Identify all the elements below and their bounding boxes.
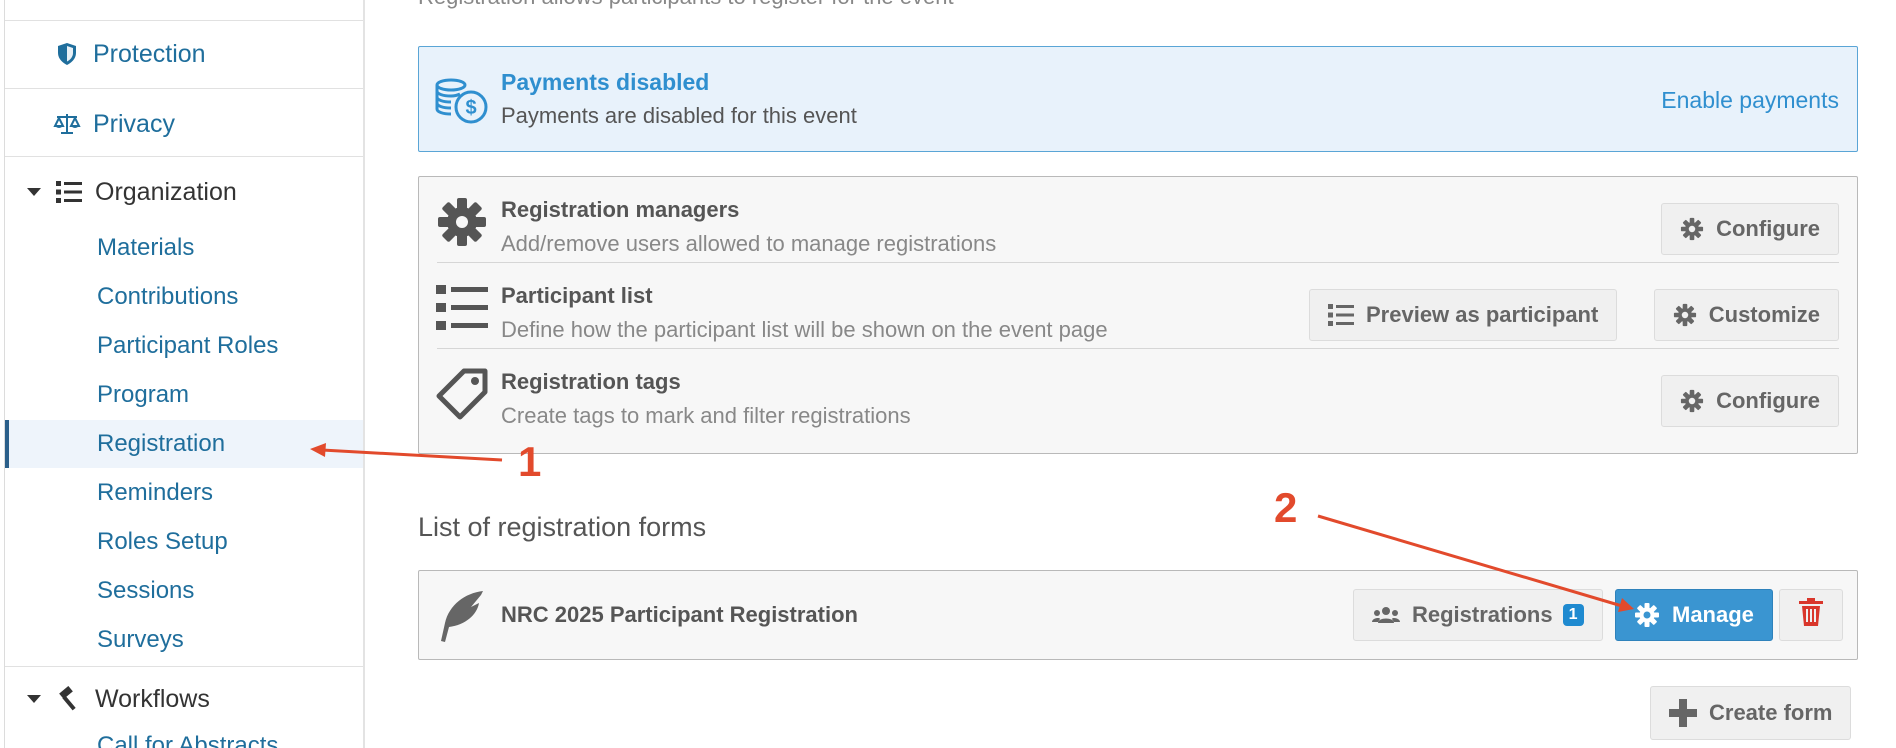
annotation-arrows (310, 443, 1634, 612)
annotation-number-2: 2 (1274, 484, 1298, 531)
annotation-arrow-2 (1317, 514, 1634, 612)
annotation-arrow-1 (310, 443, 503, 462)
annotation-number-1: 1 (518, 438, 542, 485)
